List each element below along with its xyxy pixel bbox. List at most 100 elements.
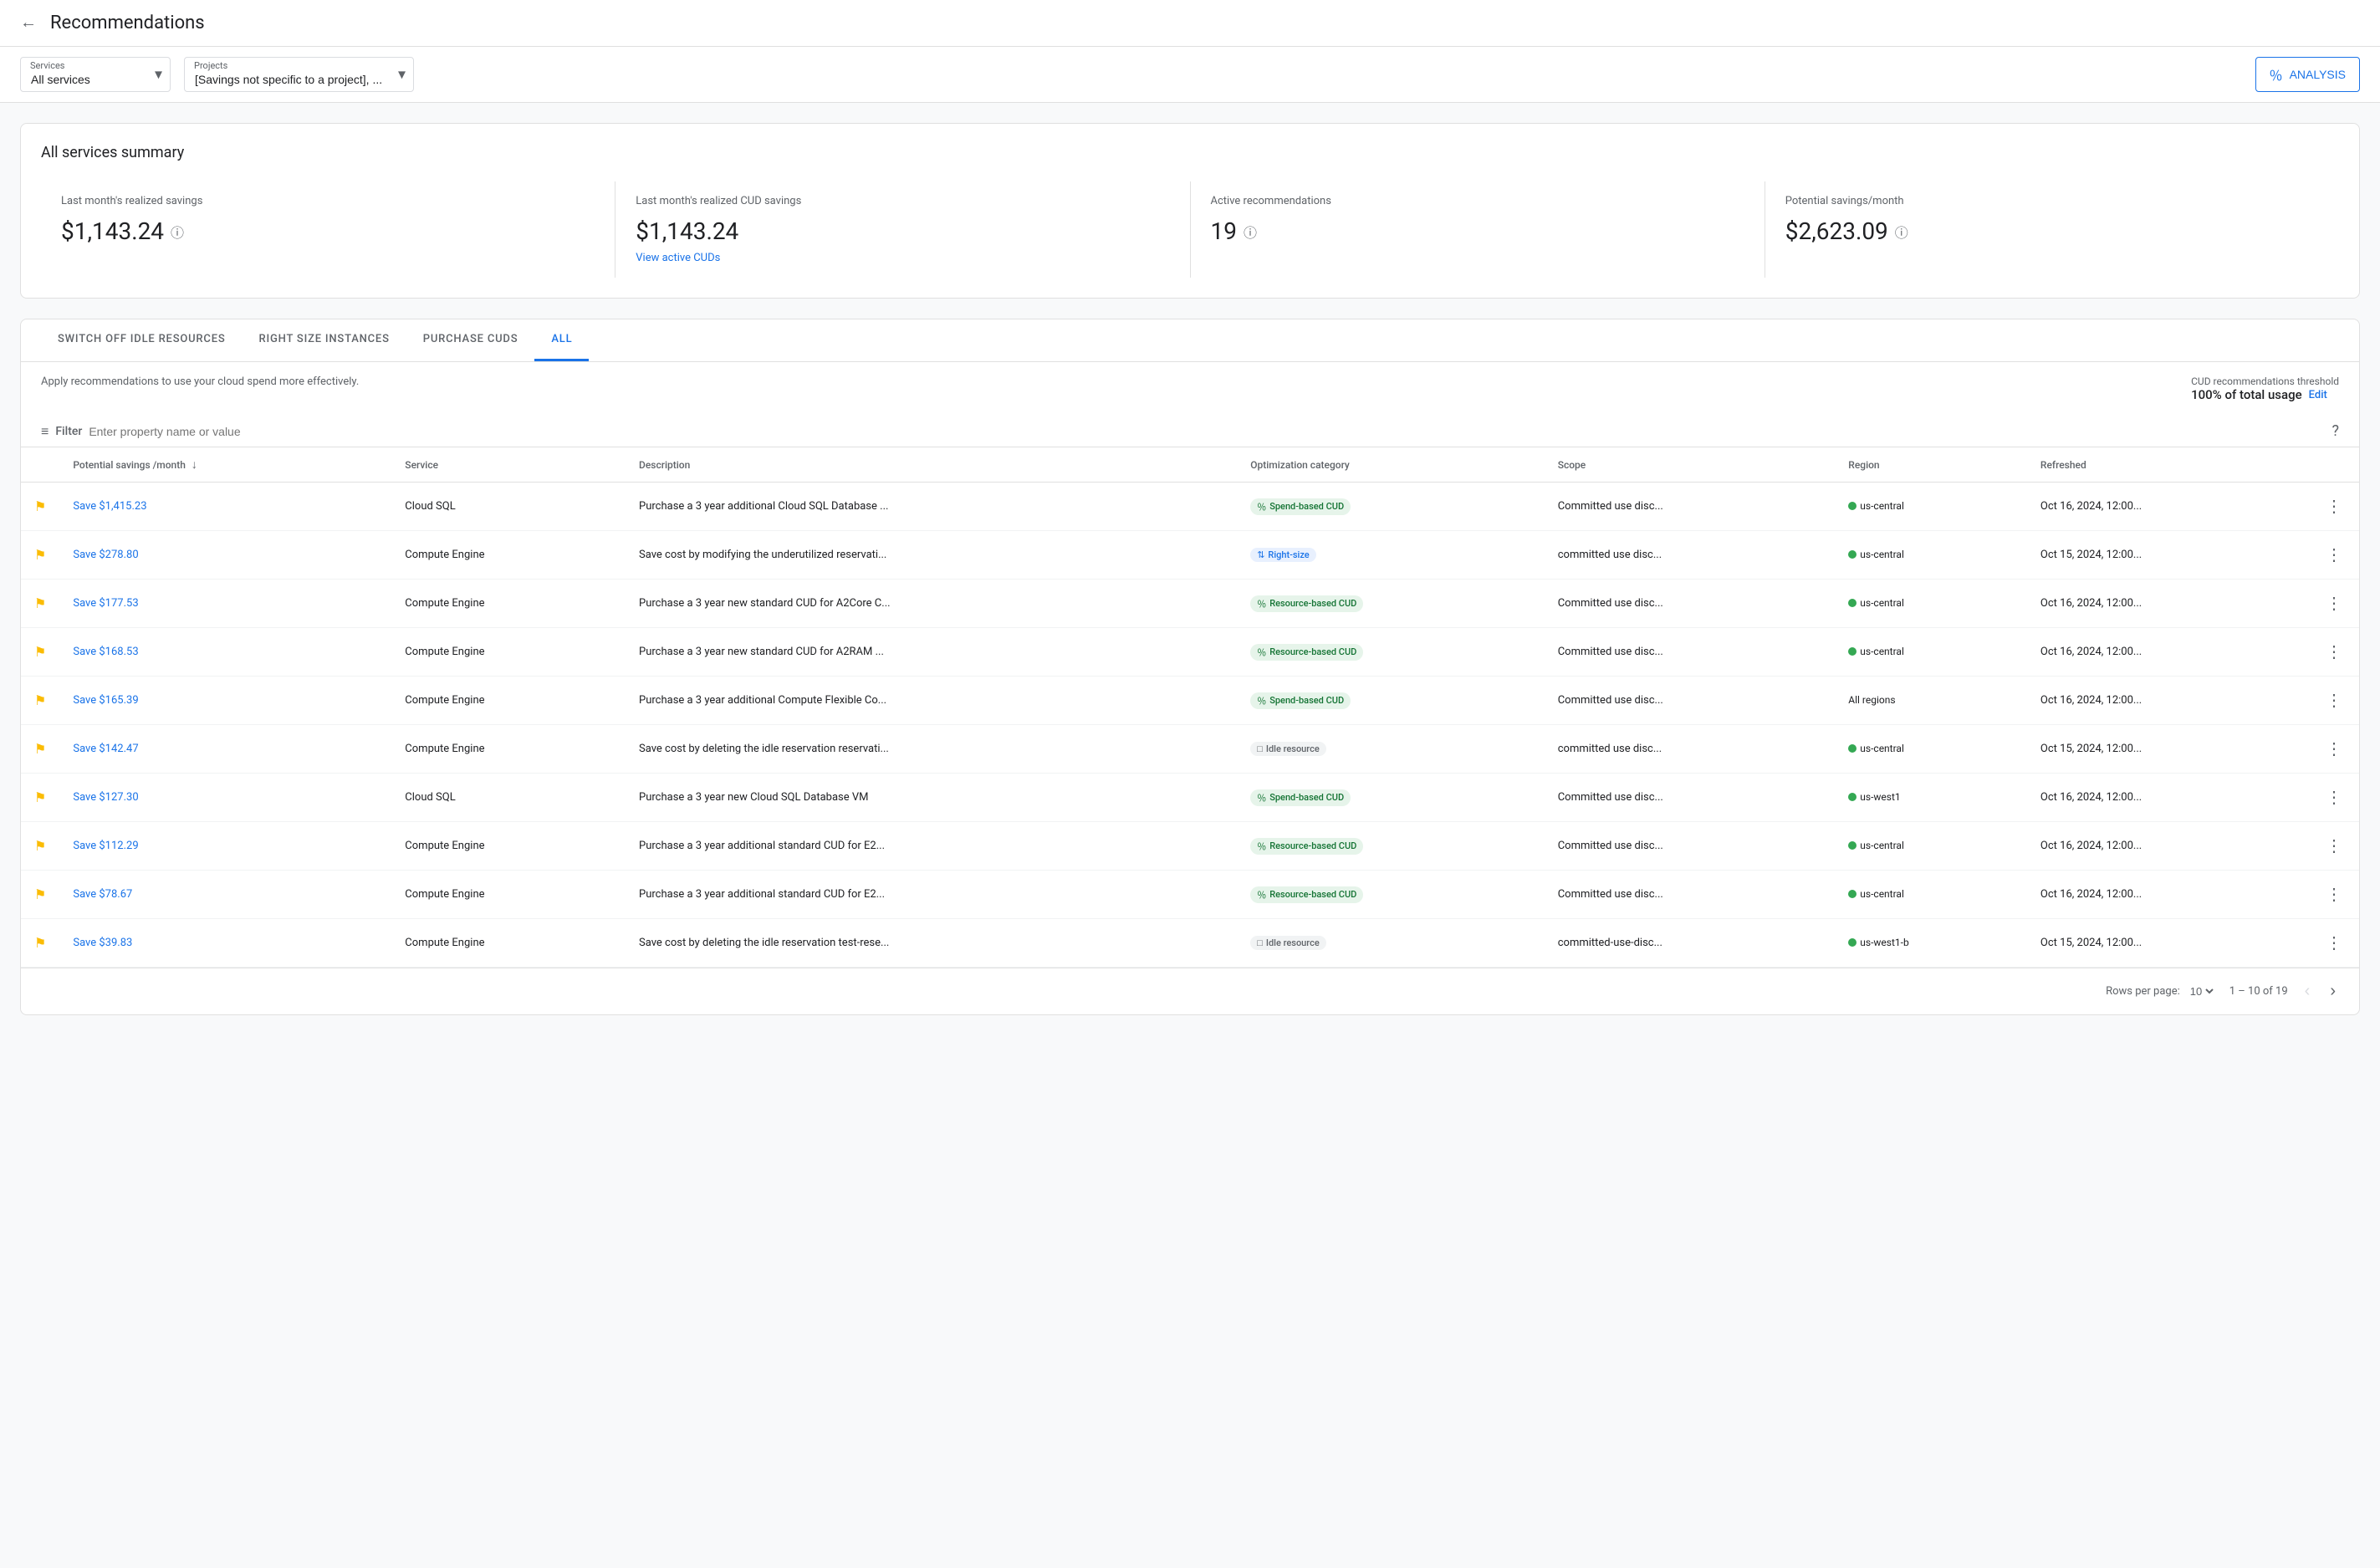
col-region: Region <box>1835 447 2027 483</box>
metric-potential-savings: Potential savings/month $2,623.09 ⓘ <box>1765 181 2339 278</box>
savings-link[interactable]: Save $1,415.23 <box>73 500 146 513</box>
row-savings-cell: Save $112.29 <box>59 822 391 871</box>
tab-rightsize[interactable]: RIGHT SIZE INSTANCES <box>243 319 406 361</box>
summary-section: All services summary Last month's realiz… <box>20 123 2360 299</box>
row-more-button[interactable]: ⋮ <box>2322 929 2346 957</box>
table-description: Apply recommendations to use your cloud … <box>41 375 359 388</box>
row-more-button[interactable]: ⋮ <box>2322 541 2346 569</box>
row-description-cell: Purchase a 3 year additional Compute Fle… <box>626 677 1237 725</box>
row-service-cell: Compute Engine <box>391 677 626 725</box>
row-description-cell: Save cost by deleting the idle reservati… <box>626 725 1237 774</box>
flag-icon: ⚑ <box>34 498 46 514</box>
row-more-button[interactable]: ⋮ <box>2322 784 2346 811</box>
region-dot <box>1848 550 1857 559</box>
row-scope-cell: committed use disc... <box>1545 725 1836 774</box>
row-region-cell: us-central <box>1835 580 2027 628</box>
opt-label: Resource-based CUD <box>1269 889 1356 900</box>
rows-per-page-select[interactable]: 10 25 50 <box>2187 984 2216 999</box>
filter-input[interactable] <box>89 425 2325 438</box>
row-flag-cell: ⚑ <box>21 531 59 580</box>
table-body: ⚑ Save $1,415.23 Cloud SQL Purchase a 3 … <box>21 483 2359 968</box>
flag-icon: ⚑ <box>34 935 46 951</box>
region-label: us-west1-b <box>1860 937 1908 948</box>
savings-link[interactable]: Save $78.67 <box>73 888 132 901</box>
row-more-button[interactable]: ⋮ <box>2322 590 2346 617</box>
row-description-cell: Save cost by deleting the idle reservati… <box>626 919 1237 968</box>
savings-sort-icon[interactable]: ↓ <box>192 458 197 472</box>
row-refreshed-cell: Oct 16, 2024, 12:00... <box>2027 580 2309 628</box>
metric-cud-savings: Last month's realized CUD savings $1,143… <box>615 181 1190 278</box>
row-refreshed-cell: Oct 15, 2024, 12:00... <box>2027 919 2309 968</box>
opt-badge: ％ Resource-based CUD <box>1250 595 1363 612</box>
row-opt-category-cell: ％ Resource-based CUD <box>1237 871 1545 919</box>
opt-label: Spend-based CUD <box>1269 695 1344 706</box>
metrics-row: Last month's realized savings $1,143.24 … <box>41 181 2339 278</box>
row-scope-cell: Committed use disc... <box>1545 628 1836 677</box>
col-opt-category: Optimization category <box>1237 447 1545 483</box>
row-more-button[interactable]: ⋮ <box>2322 832 2346 860</box>
rows-per-page: Rows per page: 10 25 50 <box>2106 984 2216 999</box>
table-row: ⚑ Save $278.80 Compute Engine Save cost … <box>21 531 2359 580</box>
row-flag-cell: ⚑ <box>21 580 59 628</box>
metric-cud-savings-label: Last month's realized CUD savings <box>636 195 1169 207</box>
savings-link[interactable]: Save $278.80 <box>73 549 138 561</box>
row-region-cell: us-central <box>1835 531 2027 580</box>
analysis-button[interactable]: ％ ANALYSIS <box>2255 57 2360 92</box>
row-region-cell: us-central <box>1835 822 2027 871</box>
row-region-cell: us-central <box>1835 483 2027 531</box>
flag-icon: ⚑ <box>34 547 46 563</box>
row-region-cell: us-west1 <box>1835 774 2027 822</box>
savings-link[interactable]: Save $127.30 <box>73 791 138 804</box>
region-label: us-west1 <box>1860 791 1900 803</box>
tab-all[interactable]: ALL <box>534 319 589 361</box>
services-label: Services <box>30 60 64 71</box>
row-more-cell: ⋮ <box>2309 774 2359 822</box>
prev-page-button[interactable]: ‹ <box>2301 978 2314 1004</box>
back-button[interactable]: ← <box>20 13 37 33</box>
table-row: ⚑ Save $112.29 Compute Engine Purchase a… <box>21 822 2359 871</box>
region-badge: us-central <box>1848 888 1904 900</box>
row-service-cell: Cloud SQL <box>391 483 626 531</box>
row-scope-cell: Committed use disc... <box>1545 677 1836 725</box>
row-more-button[interactable]: ⋮ <box>2322 881 2346 908</box>
region-badge: us-west1-b <box>1848 937 1908 948</box>
opt-badge: ％ Spend-based CUD <box>1250 789 1351 806</box>
savings-link[interactable]: Save $112.29 <box>73 840 138 852</box>
opt-icon: ％ <box>1257 500 1266 513</box>
row-more-cell: ⋮ <box>2309 725 2359 774</box>
table-controls: Apply recommendations to use your cloud … <box>21 362 2359 416</box>
summary-title: All services summary <box>41 144 2339 161</box>
savings-link[interactable]: Save $39.83 <box>73 937 132 949</box>
realized-savings-info-icon[interactable]: ⓘ <box>171 222 184 242</box>
savings-link[interactable]: Save $142.47 <box>73 743 138 755</box>
row-flag-cell: ⚑ <box>21 483 59 531</box>
col-scope: Scope <box>1545 447 1836 483</box>
tab-cuds[interactable]: PURCHASE CUDS <box>406 319 535 361</box>
help-icon[interactable]: ? <box>2331 422 2339 440</box>
row-more-button[interactable]: ⋮ <box>2322 735 2346 763</box>
row-more-button[interactable]: ⋮ <box>2322 687 2346 714</box>
row-flag-cell: ⚑ <box>21 822 59 871</box>
tab-idle[interactable]: SWITCH OFF IDLE RESOURCES <box>41 319 243 361</box>
savings-link[interactable]: Save $165.39 <box>73 694 138 707</box>
row-description-cell: Purchase a 3 year new standard CUD for A… <box>626 628 1237 677</box>
col-service: Service <box>391 447 626 483</box>
row-more-button[interactable]: ⋮ <box>2322 493 2346 520</box>
table-row: ⚑ Save $168.53 Compute Engine Purchase a… <box>21 628 2359 677</box>
savings-link[interactable]: Save $168.53 <box>73 646 138 658</box>
cud-edit-link[interactable]: Edit <box>2309 389 2327 401</box>
table-row: ⚑ Save $1,415.23 Cloud SQL Purchase a 3 … <box>21 483 2359 531</box>
view-active-cuds-link[interactable]: View active CUDs <box>636 252 1169 264</box>
potential-savings-info-icon[interactable]: ⓘ <box>1895 222 1908 242</box>
row-more-cell: ⋮ <box>2309 677 2359 725</box>
region-label: us-central <box>1860 840 1904 851</box>
row-opt-category-cell: ⇅ Right-size <box>1237 531 1545 580</box>
savings-link[interactable]: Save $177.53 <box>73 597 138 610</box>
next-page-button[interactable]: › <box>2326 978 2339 1004</box>
row-opt-category-cell: ％ Spend-based CUD <box>1237 677 1545 725</box>
opt-icon: ％ <box>1257 791 1266 804</box>
row-more-button[interactable]: ⋮ <box>2322 638 2346 666</box>
active-recs-info-icon[interactable]: ⓘ <box>1244 222 1257 242</box>
filter-label: Filter <box>55 425 82 438</box>
page-info: 1 – 10 of 19 <box>2229 985 2288 998</box>
